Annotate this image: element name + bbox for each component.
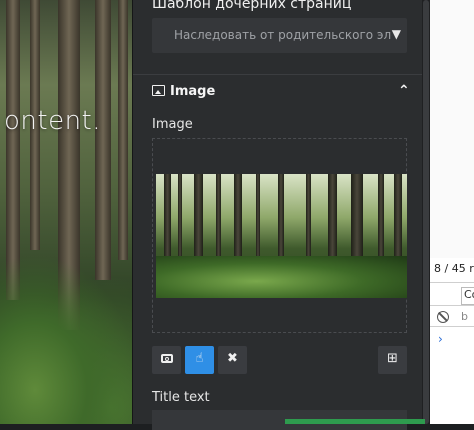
devtools-divider <box>430 282 474 283</box>
choose-image-button[interactable] <box>152 346 181 374</box>
devtools-divider <box>430 326 474 327</box>
image-section-header[interactable]: Image ⌃ <box>133 75 423 111</box>
background-heading: ontent. <box>4 106 102 136</box>
devtools-request-status: 8 / 45 re <box>434 262 474 275</box>
settings-panel: Шаблон дочерних страниц Наследовать от р… <box>132 0 423 430</box>
image-icon <box>152 85 165 96</box>
chevron-up-icon[interactable]: ⌃ <box>398 83 410 99</box>
image-field-label: Image <box>152 117 193 132</box>
remove-image-button[interactable]: ✖ <box>218 346 247 374</box>
chevron-down-icon: ▼ <box>391 27 401 41</box>
image-section-title: Image <box>170 84 216 99</box>
console-prompt[interactable]: › <box>438 332 443 346</box>
status-bar-indicator <box>285 419 425 424</box>
devtools-top-area <box>430 0 474 258</box>
camera-icon <box>161 354 173 363</box>
devtools-tab-console[interactable]: Co <box>461 287 474 305</box>
subpage-template-value: Наследовать от родительского элемента <box>174 28 392 42</box>
devtools-divider <box>430 305 474 306</box>
image-preview[interactable] <box>156 174 407 298</box>
crop-icon: ⊞ <box>387 351 398 366</box>
page-background-photo: ontent. <box>0 0 132 424</box>
scrollbar-thumb[interactable] <box>423 0 429 424</box>
console-filter-input[interactable]: b <box>461 310 468 323</box>
edit-image-button[interactable]: ☝ <box>185 346 214 374</box>
devtools-pane: 8 / 45 re Co b › <box>430 0 474 424</box>
clear-console-icon[interactable] <box>437 311 449 323</box>
subpage-template-select[interactable]: Наследовать от родительского элемента ▼ <box>152 18 407 53</box>
pointer-hand-icon: ☝ <box>195 351 204 366</box>
close-icon: ✖ <box>227 351 238 366</box>
title-text-label: Title text <box>152 390 210 405</box>
panel-scrollbar[interactable] <box>422 0 430 424</box>
crop-image-button[interactable]: ⊞ <box>378 346 407 374</box>
subpage-template-label: Шаблон дочерних страниц <box>152 0 352 12</box>
